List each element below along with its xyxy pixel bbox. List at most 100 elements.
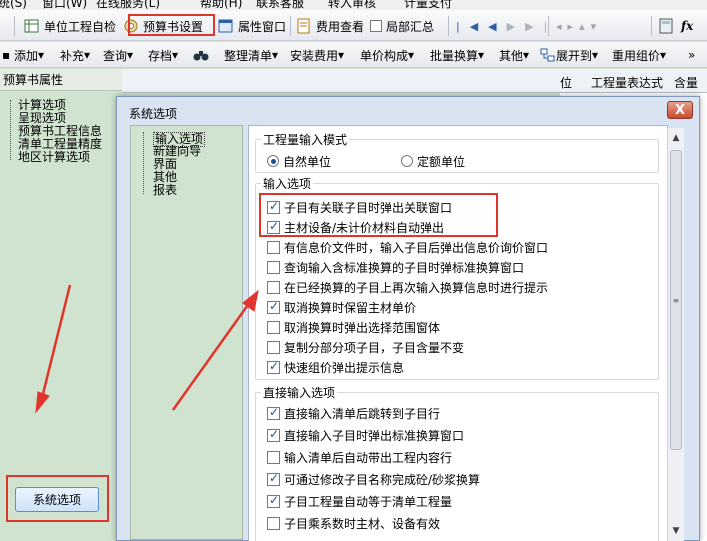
scroll-thumb[interactable]: ≡: [670, 150, 682, 450]
grid-check-icon: [24, 18, 40, 34]
binoculars-icon[interactable]: [193, 46, 209, 64]
dialog-nav-tree: 输入选项 新建向导 界面 其他 报表: [130, 125, 243, 540]
option-jump-to-subitem[interactable]: 直接输入清单后跳转到子目行: [267, 405, 440, 421]
option-label: 直接输入子目时弹出标准换算窗口: [284, 428, 465, 443]
scroll-down-icon[interactable]: ▼: [668, 523, 684, 539]
last-record-icon[interactable]: ▶|: [525, 20, 557, 33]
tree-expand-icon: [540, 48, 555, 62]
option-direct-convert-popup[interactable]: 直接输入子目时弹出标准换算窗口: [267, 427, 464, 443]
system-options-button[interactable]: 系统选项: [15, 487, 99, 512]
option-label: 输入清单后自动带出工程内容行: [284, 450, 453, 465]
option-qty-equals-list[interactable]: 子目工程量自动等于清单工程量: [267, 493, 452, 509]
unit-price-menu[interactable]: 单价构成 ▾: [360, 46, 414, 64]
archive-menu[interactable]: 存档 ▾: [148, 46, 178, 64]
install-fee-menu[interactable]: 安装费用 ▾: [290, 46, 344, 64]
checkbox-icon: [267, 516, 280, 530]
vertical-scrollbar[interactable]: ▲ ≡ ▼: [667, 128, 684, 541]
checkbox-icon: [267, 240, 280, 254]
option-keep-main-price[interactable]: 取消换算时保留主材单价: [267, 299, 416, 315]
tree-item-region-options[interactable]: 地区计算选项: [18, 151, 90, 164]
archive-label: 存档: [148, 48, 173, 63]
scroll-up-icon[interactable]: ▲: [668, 130, 684, 146]
arrow-right-icon[interactable]: ▸: [568, 20, 580, 33]
checkbox-icon: [267, 299, 280, 314]
menu-bar: 统(S) 窗口(W) 在线服务(L) 帮助(H) 联系客服 转入审核 计量支付: [0, 0, 707, 10]
dialog-title: 系统选项: [129, 107, 178, 121]
menu-online-service[interactable]: 在线服务(L): [96, 0, 160, 10]
tree-guide-line: [143, 132, 144, 194]
close-button[interactable]: X: [667, 101, 693, 119]
column-header-content[interactable]: 含量: [674, 74, 698, 91]
supplement-label: 补充: [60, 48, 85, 63]
option-cancel-scope-popup[interactable]: 取消换算时弹出选择范围窗体: [267, 319, 440, 335]
unit-check-label: 单位工程自检: [44, 19, 117, 34]
secondary-toolbar: ▪ 添加 ▾ 补充 ▾ 查询 ▾ 存档 ▾ 整理清单 ▾ 安装费用 ▾ 单价构成 ▾ 批量换算…: [0, 42, 707, 68]
unit-price-label: 单价构成: [360, 48, 409, 63]
organize-list-menu[interactable]: 整理清单 ▾: [224, 46, 278, 64]
next-record-icon[interactable]: ▶: [507, 20, 525, 33]
option-label: 复制分部分项子目，子目含量不变: [284, 340, 465, 355]
option-info-price-popup[interactable]: 有信息价文件时，输入子目后弹出信息价询价窗口: [267, 239, 548, 255]
option-label: 直接输入清单后跳转到子目行: [284, 406, 441, 421]
formula-icon[interactable]: fx: [681, 16, 693, 36]
toolbar-divider: [651, 16, 652, 36]
arrow-down-icon[interactable]: ▾: [591, 20, 603, 33]
radio-icon: [401, 155, 413, 167]
option-coefficient-material[interactable]: 子目乘系数时主材、设备有效: [267, 515, 440, 531]
record-nav-icons[interactable]: |◀ ◀ ▶ ▶|: [456, 16, 557, 36]
menu-help[interactable]: 帮助(H): [200, 0, 242, 10]
option-standard-convert-popup[interactable]: 查询输入含标准换算的子目时弹标准换算窗口: [267, 259, 524, 275]
checkbox-icon: [267, 427, 280, 442]
close-icon: X: [674, 102, 686, 118]
arrow-left-icon[interactable]: ◂: [556, 20, 568, 33]
calculator-button[interactable]: [658, 16, 678, 36]
unit-check-button[interactable]: 单位工程自检: [24, 16, 116, 36]
batch-convert-menu[interactable]: 批量换算 ▾: [430, 46, 484, 64]
other-menu[interactable]: 其他 ▾: [499, 46, 529, 64]
checkbox-icon: [267, 450, 280, 464]
option-copy-keep-content[interactable]: 复制分部分项子目，子目含量不变: [267, 339, 464, 355]
menu-system[interactable]: 统(S): [0, 0, 27, 10]
supplement-menu[interactable]: 补充 ▾: [60, 46, 90, 64]
toolbar-overflow-icon[interactable]: »: [688, 46, 695, 64]
add-menu[interactable]: 添加 ▾: [14, 46, 44, 64]
toolbar-divider: [290, 16, 291, 36]
organize-list-label: 整理清单: [224, 48, 273, 63]
grid-header: 位 工程量表达式 含量: [540, 69, 707, 93]
option-label: 子目乘系数时主材、设备有效: [284, 516, 441, 531]
install-fee-label: 安装费用: [290, 48, 339, 63]
menu-review[interactable]: 转入审核: [328, 0, 376, 10]
first-record-icon[interactable]: |◀: [456, 20, 488, 33]
arrow-up-icon[interactable]: ▴: [579, 20, 591, 33]
menu-window[interactable]: 窗口(W): [42, 0, 87, 10]
option-label: 查询输入含标准换算的子目时弹标准换算窗口: [284, 260, 525, 275]
property-window-button[interactable]: 属性窗口: [218, 16, 286, 36]
query-menu[interactable]: 查询 ▾: [103, 46, 133, 64]
option-label: 可通过修改子目名称完成砼/砂浆换算: [284, 472, 481, 487]
option-label: 取消换算时弹出选择范围窗体: [284, 320, 441, 335]
menu-payment[interactable]: 计量支付: [404, 0, 452, 10]
fee-view-button[interactable]: 费用查看: [296, 16, 364, 36]
move-arrows-icons[interactable]: ◂ ▸ ▴ ▾: [556, 16, 602, 36]
radio-quota-unit[interactable]: 定额单位: [401, 153, 465, 169]
quantity-mode-title: 工程量输入模式: [261, 131, 350, 148]
column-header-quantity-expr[interactable]: 工程量表达式: [591, 74, 663, 91]
reuse-pricing-menu[interactable]: 重用组价 ▾: [612, 46, 666, 64]
option-name-mortar-convert[interactable]: 可通过修改子目名称完成砼/砂浆换算: [267, 471, 480, 487]
checkbox-icon: [370, 20, 382, 32]
radio-natural-unit[interactable]: 自然单位: [267, 153, 331, 169]
option-reconvert-prompt[interactable]: 在已经换算的子目上再次输入换算信息时进行提示: [267, 279, 548, 295]
column-header-unit[interactable]: 位: [560, 74, 572, 91]
prev-record-icon[interactable]: ◀: [488, 20, 506, 33]
option-label: 有信息价文件时，输入子目后弹出信息价询价窗口: [284, 240, 549, 255]
option-quick-pricing-tip[interactable]: 快速组价弹出提示信息: [267, 359, 404, 375]
expand-to-menu[interactable]: 展开到 ▾: [540, 46, 598, 64]
fee-view-label: 费用查看: [316, 19, 365, 34]
nav-report[interactable]: 报表: [153, 184, 177, 197]
option-auto-work-content[interactable]: 输入清单后自动带出工程内容行: [267, 449, 452, 465]
main-toolbar: 单位工程自检 预算书设置 属性窗口 费用查看 局部汇总 |◀ ◀ ▶ ▶| ◂ ▸ ▴ ▾ …: [0, 10, 707, 41]
checkbox-icon: [267, 280, 280, 294]
highlight-box: [259, 193, 498, 237]
menu-contact-support[interactable]: 联系客服: [256, 0, 304, 10]
partial-summary-toggle[interactable]: 局部汇总: [370, 16, 434, 36]
